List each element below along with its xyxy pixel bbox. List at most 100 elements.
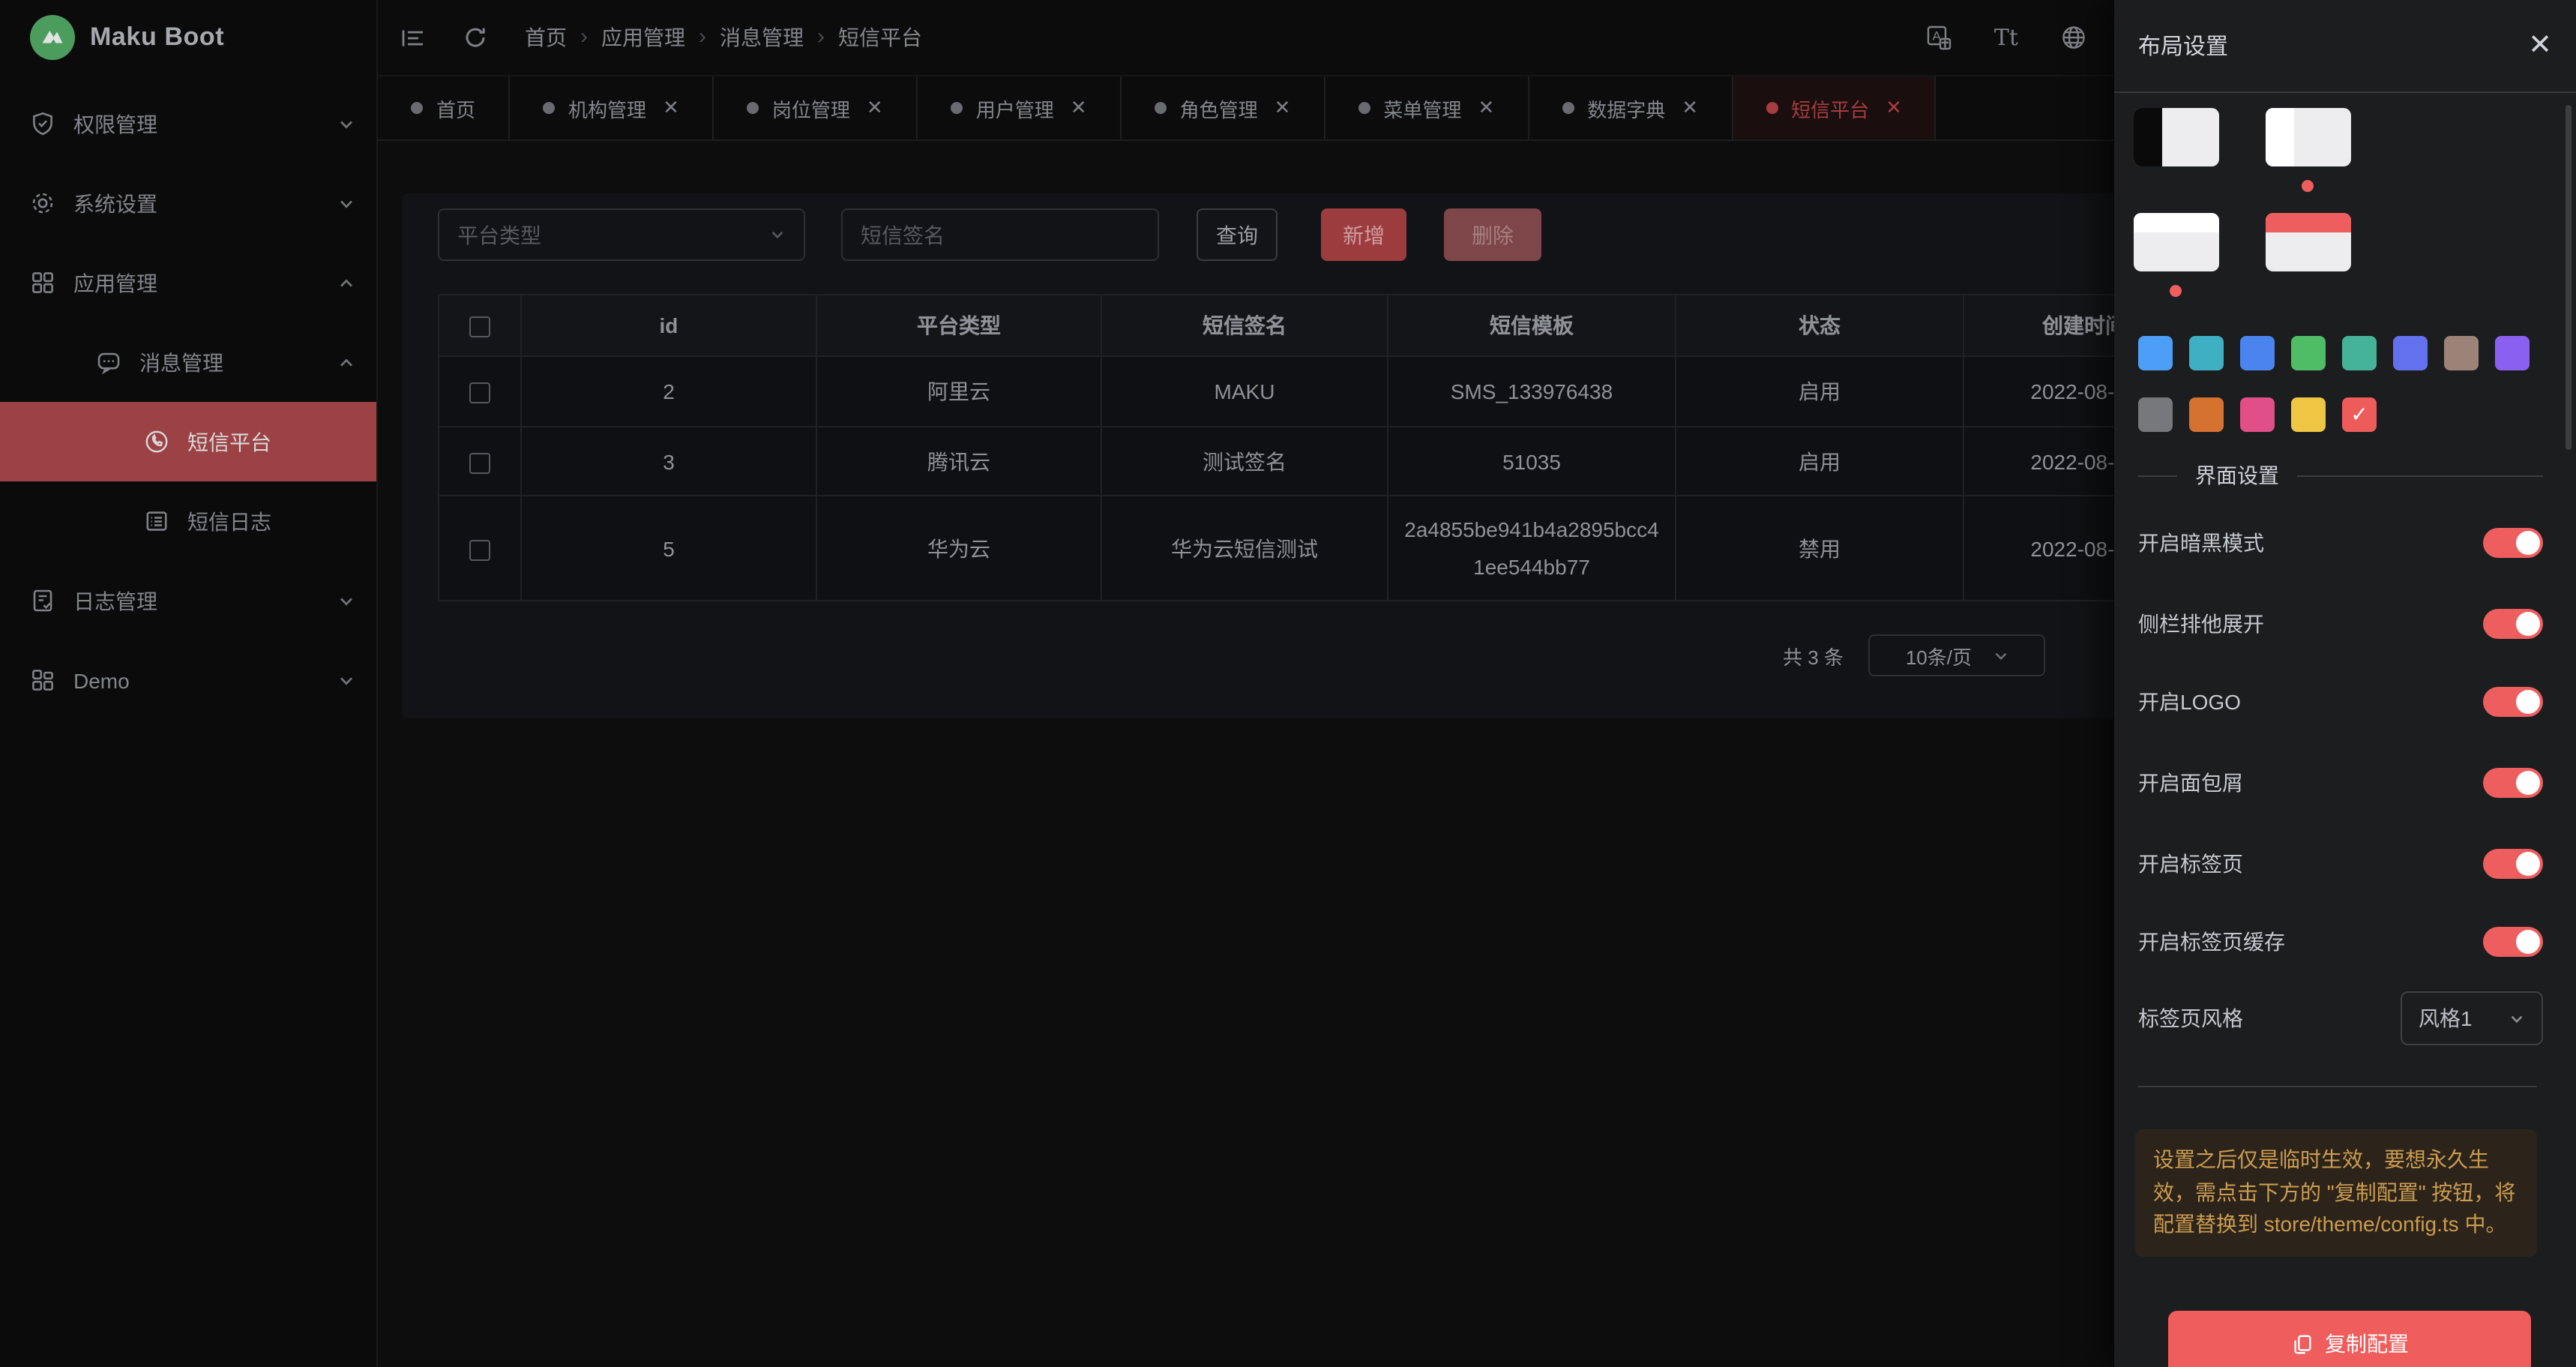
close-icon[interactable]: ✕: [1478, 96, 1494, 120]
add-button[interactable]: 新增: [1321, 208, 1406, 261]
search-button[interactable]: 查询: [1197, 208, 1278, 261]
cell-id: 2: [521, 356, 816, 427]
row-checkbox[interactable]: [469, 452, 490, 473]
row-checkbox[interactable]: [469, 539, 490, 560]
sms-platform-table: id 平台类型 短信签名 短信模板 状态 创建时间 2 阿里云 MAKU SMS…: [438, 294, 2206, 601]
theme-color-swatch[interactable]: [2444, 336, 2479, 370]
breadcrumb-toggle[interactable]: [2483, 768, 2543, 798]
layout-option-dark-sidebar[interactable]: [2134, 108, 2219, 166]
tab-label: 机构管理: [568, 94, 646, 122]
tab-post[interactable]: 岗位管理 ✕: [714, 76, 918, 139]
sidebar-item-log[interactable]: 日志管理: [0, 561, 376, 640]
close-icon[interactable]: ✕: [1886, 96, 1902, 120]
close-icon[interactable]: ✕: [1071, 96, 1087, 120]
theme-color-swatch[interactable]: [2495, 336, 2530, 370]
chevron-down-icon: [337, 671, 355, 689]
page-size-value: 10条/页: [1906, 641, 1972, 670]
pagination-total: 共 3 条: [1783, 641, 1844, 670]
tab-style-select[interactable]: 风格1: [2401, 991, 2543, 1045]
sidebar-item-label: Demo: [73, 668, 130, 692]
cell-id: 3: [521, 427, 816, 496]
tab-role[interactable]: 角色管理 ✕: [1122, 76, 1325, 139]
theme-color-swatch[interactable]: [2189, 336, 2224, 370]
refresh-icon[interactable]: [456, 18, 495, 57]
breadcrumb-separator-icon: ›: [699, 25, 706, 50]
scrollbar-thumb[interactable]: [2566, 105, 2572, 450]
page-size-select[interactable]: 10条/页: [1869, 634, 2046, 676]
theme-color-swatch[interactable]: [2240, 397, 2275, 432]
close-icon[interactable]: ✕: [663, 96, 679, 120]
logo: Maku Boot: [0, 0, 376, 75]
cell-signature: MAKU: [1101, 356, 1388, 427]
dark-mode-toggle[interactable]: [2483, 528, 2543, 558]
tab-cache-toggle[interactable]: [2483, 927, 2543, 957]
layout-option-light-sidebar[interactable]: [2266, 108, 2351, 166]
platform-type-placeholder: 平台类型: [457, 220, 541, 250]
chat-bubble-icon: [96, 349, 121, 375]
close-icon[interactable]: ✕: [867, 96, 883, 120]
section-divider: 界面设置: [2138, 460, 2543, 490]
close-icon[interactable]: ✕: [1682, 96, 1698, 120]
row-checkbox[interactable]: [469, 382, 490, 403]
theme-color-swatch[interactable]: [2291, 397, 2326, 432]
tab-dot-icon: [543, 102, 555, 114]
theme-color-swatch[interactable]: [2240, 336, 2275, 370]
sidebar-item-demo[interactable]: Demo: [0, 640, 376, 720]
theme-color-swatch[interactable]: [2138, 397, 2173, 432]
translate-icon[interactable]: A: [1919, 18, 1958, 57]
tab-dot-icon: [411, 102, 423, 114]
theme-color-swatch[interactable]: [2189, 397, 2224, 432]
close-icon[interactable]: ✕: [1275, 96, 1291, 120]
sidebar-collapse-icon[interactable]: [393, 18, 432, 57]
thumb-topbar: [2266, 213, 2351, 232]
logo-toggle[interactable]: [2483, 687, 2543, 717]
section-title: 界面设置: [2195, 460, 2279, 490]
cell-status: 启用: [1676, 356, 1963, 427]
globe-icon[interactable]: [2054, 18, 2093, 57]
sidebar-item-label: 消息管理: [139, 347, 223, 377]
breadcrumb-message[interactable]: 消息管理: [720, 22, 804, 52]
sidebar-item-permission[interactable]: 权限管理: [0, 84, 376, 163]
select-all-checkbox[interactable]: [469, 316, 490, 337]
copy-config-label: 复制配置: [2325, 1329, 2409, 1359]
platform-type-select[interactable]: 平台类型: [438, 208, 805, 261]
column-header: 平台类型: [816, 295, 1101, 356]
sidebar-item-sms-platform[interactable]: 短信平台: [0, 402, 376, 481]
layout-option-primary-topbar[interactable]: [2266, 213, 2351, 271]
sidebar-accordion-toggle[interactable]: [2483, 609, 2543, 639]
shield-check-icon: [30, 111, 55, 136]
tab-dict[interactable]: 数据字典 ✕: [1529, 76, 1733, 139]
theme-color-swatch[interactable]: [2342, 336, 2377, 370]
tab-label: 短信平台: [1791, 94, 1869, 122]
sidebar-item-system-settings[interactable]: 系统设置: [0, 163, 376, 243]
tab-sms-platform[interactable]: 短信平台 ✕: [1733, 76, 1936, 139]
chevron-down-icon: [2509, 1010, 2525, 1027]
copy-config-button[interactable]: 复制配置: [2168, 1311, 2531, 1367]
chevron-up-icon: [337, 353, 355, 371]
tab-org[interactable]: 机构管理 ✕: [510, 76, 714, 139]
gear-icon: [30, 190, 55, 216]
close-icon[interactable]: ✕: [2528, 31, 2552, 60]
tabs-toggle[interactable]: [2483, 849, 2543, 879]
sidebar-item-message[interactable]: 消息管理: [0, 322, 376, 402]
breadcrumb-home[interactable]: 首页: [525, 22, 567, 52]
tab-user[interactable]: 用户管理 ✕: [918, 76, 1122, 139]
signature-input[interactable]: 短信签名: [841, 208, 1159, 261]
sidebar-item-sms-log[interactable]: 短信日志: [0, 481, 376, 561]
phone-circle-icon: [144, 429, 169, 454]
theme-color-swatch[interactable]: [2291, 336, 2326, 370]
breadcrumb-application[interactable]: 应用管理: [601, 22, 685, 52]
setting-tabs: 开启标签页: [2138, 847, 2543, 880]
theme-color-swatch[interactable]: [2393, 336, 2428, 370]
theme-color-swatch-selected[interactable]: ✓: [2342, 397, 2377, 432]
tab-menu[interactable]: 菜单管理 ✕: [1325, 76, 1529, 139]
column-header: 短信模板: [1388, 295, 1676, 356]
font-size-icon[interactable]: Tt: [1994, 24, 2018, 51]
tab-dot-icon: [951, 102, 963, 114]
layout-option-light-topbar[interactable]: [2134, 213, 2219, 271]
sidebar-item-application[interactable]: 应用管理: [0, 243, 376, 322]
cell-status: 禁用: [1676, 496, 1963, 601]
theme-color-swatch[interactable]: [2138, 336, 2173, 370]
tab-home[interactable]: 首页: [378, 76, 510, 139]
delete-button[interactable]: 删除: [1444, 208, 1541, 261]
